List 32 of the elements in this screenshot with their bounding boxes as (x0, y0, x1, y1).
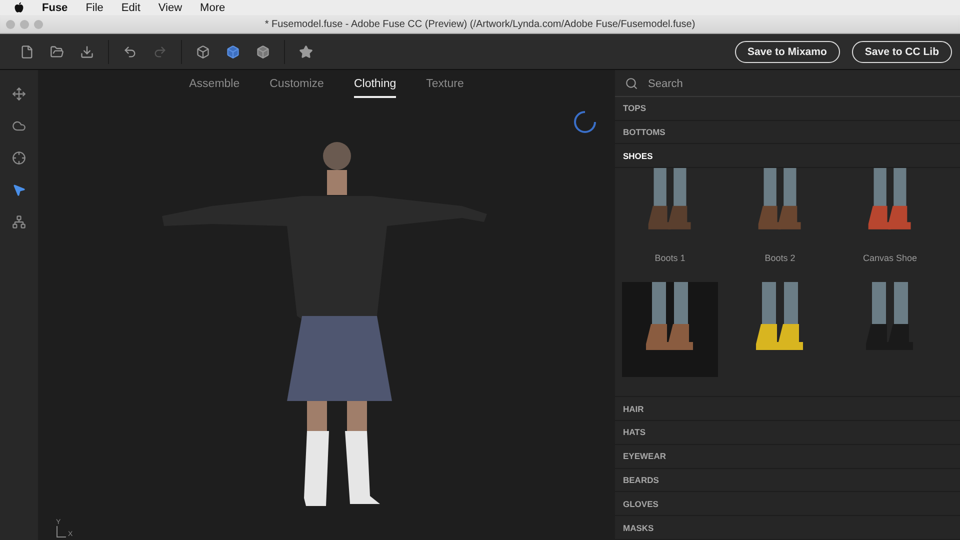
apple-logo-icon[interactable] (14, 2, 24, 13)
category-header[interactable]: EYEWEAR (615, 444, 960, 469)
item-label: Canvas Shoe (862, 253, 918, 264)
item-label: Boots 2 (764, 253, 796, 264)
item-label: Boots 1 (654, 253, 686, 264)
search-field[interactable]: Search (646, 76, 960, 91)
shoe-thumbnail[interactable]: Boots 1 (622, 168, 718, 264)
loading-spinner-icon (573, 110, 597, 134)
shoe-thumbnail[interactable]: Boots 2 (732, 168, 828, 264)
category-header[interactable]: GLOVES (615, 492, 960, 516)
app-menu[interactable]: Fuse (42, 2, 68, 14)
menu-item[interactable]: More (200, 2, 226, 14)
search-icon (625, 77, 638, 90)
category-header[interactable]: HAIR (615, 397, 960, 421)
category-header[interactable]: MASKS (615, 516, 960, 540)
menu-item[interactable]: View (158, 2, 182, 14)
tab[interactable]: Customize (270, 78, 324, 98)
category-header[interactable]: HATS (615, 420, 960, 445)
save-button[interactable]: Save to Mixamo (734, 40, 840, 62)
axis-gizmo-icon (56, 526, 66, 538)
category-header[interactable]: BOTTOMS (615, 120, 960, 144)
tab[interactable]: Assemble (189, 78, 240, 98)
shoe-thumbnail[interactable]: Canvas Shoe (842, 168, 938, 264)
window-title: * Fusemodel.fuse - Adobe Fuse CC (Preview) (/Artwork/Lynda.com/Adobe Fuse/Fusemodel.fuse) (264, 18, 696, 30)
menu-item[interactable]: File (86, 2, 104, 14)
shoe-thumbnail[interactable] (622, 282, 718, 378)
menu-item[interactable]: Edit (121, 2, 140, 14)
category-header[interactable]: BEARDS (615, 468, 960, 492)
tab[interactable]: Texture (426, 78, 464, 98)
category-header[interactable]: TOPS (615, 96, 960, 121)
save-button[interactable]: Save to CC Lib (852, 40, 952, 62)
tab[interactable]: Clothing (354, 78, 396, 98)
